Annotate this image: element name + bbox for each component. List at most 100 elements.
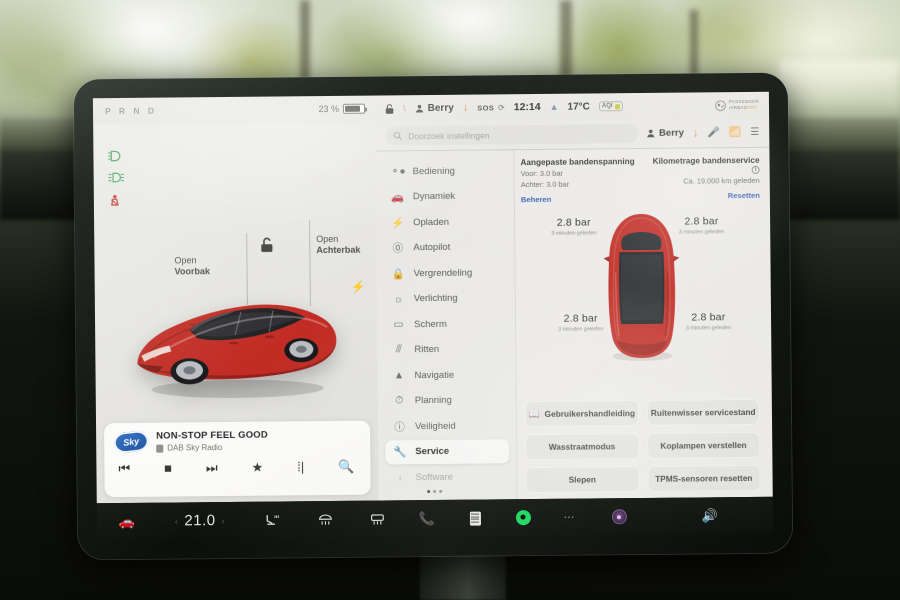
settings-panel: Doorzoek instellingen Berry ↓ 🎤 📶 ☰ ⚬● B… xyxy=(375,117,773,501)
airbag-line-1: PASSENGER xyxy=(728,99,759,105)
info-icon[interactable]: i xyxy=(751,165,760,174)
unlocked-padlock-icon[interactable] xyxy=(260,237,273,256)
book-icon: 📖 xyxy=(528,408,540,419)
outside-car-icon: ▲ xyxy=(549,101,559,112)
manage-pressure-link[interactable]: Beheren xyxy=(521,195,551,204)
climate-temperature[interactable]: ‹ 21.0 › xyxy=(157,512,243,530)
sidebar-item-vergrendeling[interactable]: 🔒 Vergrendeling xyxy=(383,260,507,286)
sidebar-item-label: Navigatie xyxy=(414,369,455,381)
button-label: TPMS-sensoren resetten xyxy=(655,472,753,484)
toggle-switch-icon: ⚬● xyxy=(390,165,406,178)
aqi-badge[interactable]: AQI xyxy=(598,101,623,112)
padlock-icon: 🔒 xyxy=(391,268,405,281)
sidebar-item-verlichting[interactable]: ☼ Verlichting xyxy=(384,286,508,312)
outside-temperature: 17°C xyxy=(567,100,590,113)
cellular-signal-icon[interactable]: ☰ xyxy=(750,127,759,138)
mileage-title: Kilometrage bandenservice xyxy=(652,155,760,166)
sidebar-item-ritten[interactable]: ⫻ Ritten xyxy=(384,337,508,363)
sidebar-item-label: Planning xyxy=(414,395,452,407)
volume-icon[interactable]: 🔊 xyxy=(647,507,773,524)
battery-indicator[interactable]: 23 % xyxy=(318,103,375,115)
sidebar-item-planning[interactable]: ⏱ Planning xyxy=(385,388,509,414)
service-content-panel: Aangepaste bandenspanning Voor: 3.0 bar … xyxy=(513,147,773,500)
sidebar-item-label: Service xyxy=(415,446,450,458)
passenger-airbag-indicator: PASSENGER AIRBAGOFF xyxy=(715,99,769,111)
media-player-icon[interactable] xyxy=(451,511,499,526)
next-icon[interactable]: ⏭ xyxy=(206,460,218,475)
open-rear-trunk-button[interactable]: Open Achterbak xyxy=(316,234,360,257)
tire-value: 2.8 bar xyxy=(691,311,726,324)
sidebar-item-label: Dynamiek xyxy=(412,191,456,203)
tire-front-right[interactable]: 2.8 bar 3 minuten geleden xyxy=(679,215,724,235)
sidebar-item-service[interactable]: 🔧 Service xyxy=(385,438,510,465)
media-controls: ⏮ ■ ⏭ ★ ⁞| 🔍 xyxy=(114,451,360,476)
tire-value: 2.8 bar xyxy=(684,215,719,228)
sidebar-item-opladen[interactable]: ⚡ Opladen xyxy=(383,209,507,235)
tire-rear-right[interactable]: 2.8 bar 3 minuten geleden xyxy=(686,311,731,331)
tire-rear-left[interactable]: 2.8 bar 3 minuten geleden xyxy=(558,312,603,332)
owners-manual-button[interactable]: 📖 Gebruikershandleiding xyxy=(524,400,639,428)
download-arrow-icon[interactable]: ↓ xyxy=(693,127,699,139)
search-input[interactable]: Doorzoek instellingen xyxy=(385,124,639,146)
sidebar-item-dynamiek[interactable]: 🚗 Dynamiek xyxy=(383,184,507,210)
mileage-value: Ca. 19.000 km geleden xyxy=(683,175,760,186)
sidebar-item-label: Veiligheid xyxy=(415,420,456,432)
car-side-icon: 🚗 xyxy=(390,191,404,204)
sos-button[interactable]: SOS ⟳ xyxy=(477,103,505,112)
phone-icon[interactable]: 📞 xyxy=(403,510,451,526)
car-3d-render[interactable] xyxy=(123,270,350,404)
temp-decrease-icon[interactable]: ‹ xyxy=(175,516,179,526)
previous-icon[interactable]: ⏮ xyxy=(118,461,130,476)
tire-header-row: Aangepaste bandenspanning Voor: 3.0 bar … xyxy=(520,156,759,207)
search-icon xyxy=(393,131,402,140)
profile-chip[interactable]: Berry xyxy=(415,102,454,114)
heated-seat-icon[interactable] xyxy=(243,512,299,528)
settings-nav-list: ⚬● Bediening 🚗 Dynamiek ⚡ Opladen ⓪ Auto… xyxy=(375,150,516,500)
tow-mode-button[interactable]: Slepen xyxy=(525,466,640,494)
sidebar-item-label: Autopilot xyxy=(413,242,451,254)
tire-age: 3 minuten geleden xyxy=(558,326,604,333)
page-indicator-dots xyxy=(427,489,443,494)
settings-profile[interactable]: Berry xyxy=(646,128,684,139)
tire-front-left[interactable]: 2.8 bar 3 minuten geleden xyxy=(551,216,596,236)
car-front-icon[interactable]: 🚗 xyxy=(97,513,157,530)
sidebar-item-bediening[interactable]: ⚬● Bediening xyxy=(382,158,506,184)
car-top-view-illustration xyxy=(602,214,679,362)
lock-icon[interactable] xyxy=(385,103,394,114)
search-icon[interactable]: 🔍 xyxy=(338,459,354,474)
temp-increase-icon[interactable]: › xyxy=(221,516,225,526)
stop-icon[interactable]: ■ xyxy=(164,461,172,476)
charge-port-bolt-icon[interactable]: ⚡ xyxy=(351,280,366,294)
equalizer-icon[interactable]: ⁞| xyxy=(297,459,304,474)
tpms-reset-button[interactable]: TPMS-sensoren resetten xyxy=(646,464,761,492)
favorite-star-icon[interactable]: ★ xyxy=(252,460,264,475)
spotify-icon[interactable]: ⏺ xyxy=(499,510,547,526)
sidebar-item-veiligheid[interactable]: ⓘ Veiligheid xyxy=(385,413,509,439)
wiper-service-mode-button[interactable]: Ruitenwisser servicestand xyxy=(646,398,761,426)
car-wash-mode-button[interactable]: Wasstraatmodus xyxy=(525,433,639,461)
bluetooth-icon[interactable]: 📶 xyxy=(729,127,742,138)
sidebar-item-navigatie[interactable]: ▲ Navigatie xyxy=(384,362,508,388)
profile-name: Berry xyxy=(427,102,454,114)
more-dots-icon[interactable]: ⋯ xyxy=(547,510,591,524)
sidebar-item-scherm[interactable]: ▭ Scherm xyxy=(384,311,508,337)
pressure-front: Voor: 3.0 bar xyxy=(520,168,564,179)
battery-percent: 23 % xyxy=(318,103,340,115)
download-icon: ↓ xyxy=(397,471,403,484)
camera-icon[interactable] xyxy=(591,509,647,525)
settings-header-icons: Berry ↓ 🎤 📶 ☰ xyxy=(646,126,759,139)
tire-value: 2.8 bar xyxy=(563,312,598,325)
sidebar-item-autopilot[interactable]: ⓪ Autopilot xyxy=(383,235,507,261)
media-player-card[interactable]: Sky NON-STOP FEEL GOOD DAB Sky Radio ⏮ ■… xyxy=(104,420,371,498)
tesla-model3-illustration xyxy=(137,304,337,398)
custom-tire-pressure-block: Aangepaste bandenspanning Voor: 3.0 bar … xyxy=(520,157,635,207)
sidebar-item-label: Verlichting xyxy=(413,293,458,305)
sidebar-item-software[interactable]: ↓ Software xyxy=(385,464,509,490)
clock[interactable]: 12:14 xyxy=(514,101,541,113)
rear-defrost-icon[interactable] xyxy=(351,512,403,526)
download-arrow-icon[interactable]: ↓ xyxy=(463,102,469,114)
reset-mileage-link[interactable]: Resetten xyxy=(728,191,760,200)
front-defrost-icon[interactable] xyxy=(299,512,351,526)
headlight-adjust-button[interactable]: Koplampen verstellen xyxy=(646,431,761,459)
microphone-icon[interactable]: 🎤 xyxy=(707,127,720,138)
